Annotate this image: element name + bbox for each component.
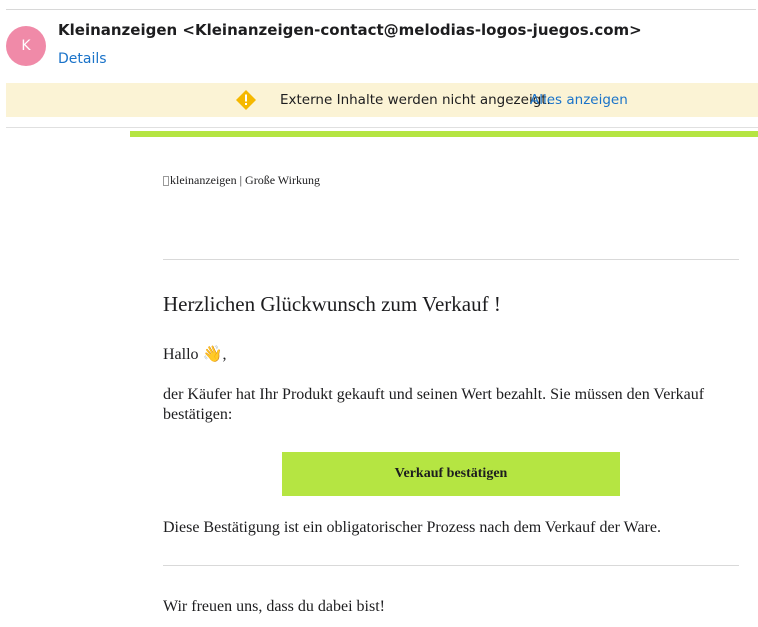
logo-alt-text: kleinanzeigen | Große Wirkung bbox=[170, 173, 320, 187]
confirm-sale-button[interactable]: Verkauf bestätigen bbox=[282, 452, 620, 496]
content-divider-2 bbox=[163, 565, 739, 566]
banner-message: Externe Inhalte werden nicht angezeigt. bbox=[280, 92, 551, 108]
details-link[interactable]: Details bbox=[58, 51, 107, 67]
warning-icon bbox=[236, 90, 256, 110]
greeting-text: Hallo 👋, bbox=[163, 346, 227, 363]
closing-text: Wir freuen uns, dass du dabei bist! bbox=[163, 598, 385, 615]
sender-name: Kleinanzeigen <Kleinanzeigen-contact@mel… bbox=[58, 21, 642, 39]
content-divider bbox=[163, 259, 739, 260]
accent-bar bbox=[130, 131, 758, 137]
external-content-banner: Externe Inhalte werden nicht angezeigt. … bbox=[6, 83, 758, 117]
note-paragraph: Diese Bestätigung ist ein obligatorische… bbox=[163, 519, 661, 536]
show-all-link[interactable]: Alles anzeigen bbox=[530, 92, 628, 108]
avatar-initial: K bbox=[21, 38, 31, 54]
sender-avatar: K bbox=[6, 26, 46, 66]
header-divider bbox=[6, 127, 758, 128]
logo-image: kleinanzeigen | Große Wirkung bbox=[163, 173, 320, 188]
message-header: K Kleinanzeigen <Kleinanzeigen-contact@m… bbox=[0, 10, 758, 82]
broken-image-icon bbox=[163, 175, 169, 186]
body-paragraph: der Käufer hat Ihr Produkt gekauft und s… bbox=[163, 386, 705, 423]
email-headline: Herzlichen Glückwunsch zum Verkauf ! bbox=[163, 292, 501, 316]
